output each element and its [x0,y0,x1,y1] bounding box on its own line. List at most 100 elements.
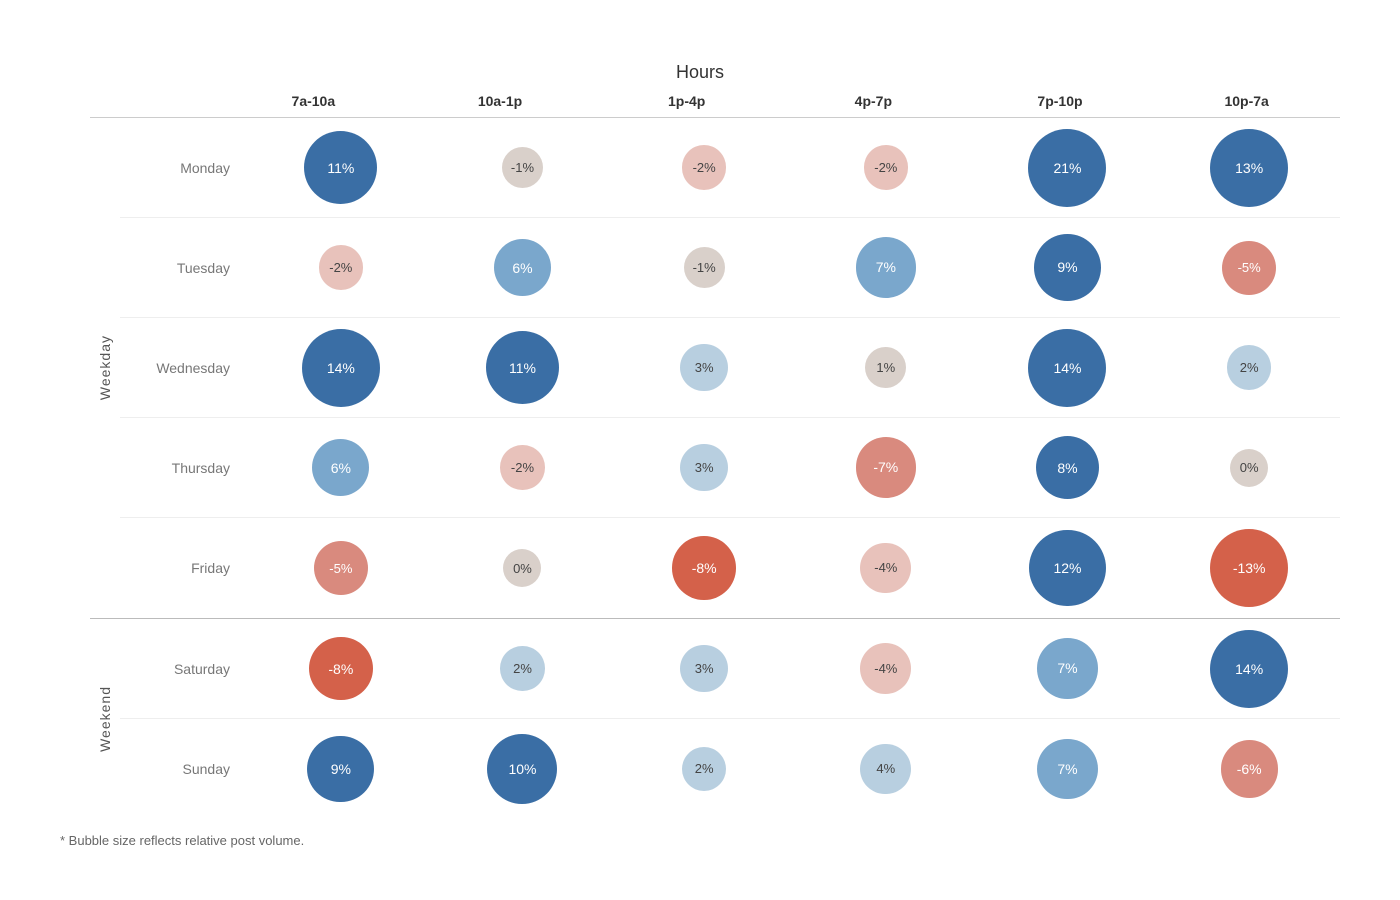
weekend-label-col: Weekend [90,619,120,819]
weekend-rows: Saturday-8%2%3%-4%7%14%Sunday9%10%2%4%7%… [120,619,1340,819]
bubble: 7% [1037,638,1097,698]
bubble-cell: 0% [432,549,614,587]
bubble: 3% [680,344,728,392]
bubble: -4% [860,543,911,594]
bubble: -1% [684,247,725,288]
bubble-cell: 11% [432,331,614,404]
bubble-cell: 14% [977,329,1159,407]
bubble: 13% [1210,129,1288,207]
data-row: Sunday9%10%2%4%7%-6% [120,719,1340,819]
bubble: -1% [502,147,543,188]
weekend-section: Weekend Saturday-8%2%3%-4%7%14%Sunday9%1… [90,619,1340,819]
bubble-cell: 14% [1158,630,1340,708]
data-row: Thursday 6% -2% 3% -7% 8% 0% [120,418,1340,518]
bubble: 3% [680,444,728,492]
bubble: 8% [1036,436,1100,500]
col-header-4: 7p-10p [967,93,1154,109]
bubble-cell: 7% [795,237,977,297]
bubble: -2% [682,145,726,189]
bubble: 14% [302,329,380,407]
data-row: Saturday -8% 2% 3% -4% 7% 14% [120,619,1340,719]
data-row: Friday -5% 0% -8% -4% 12% -13% [120,518,1340,618]
bubble-cell: 4% [795,744,977,795]
bubble: 14% [1028,329,1106,407]
bubble-cell: 21% [977,129,1159,207]
bubble: 3% [680,645,728,693]
weekday-rows: Monday11%-1%-2%-2%21%13%Tuesday-2%6%-1%7… [120,118,1340,618]
bubble: 2% [500,646,544,690]
bubble: 0% [503,549,541,587]
bubble: -7% [856,437,916,497]
weekday-label-col: Weekday [90,118,120,618]
bubble: -6% [1221,740,1278,797]
bubble: -2% [500,445,544,489]
bubble: 4% [860,744,911,795]
bubble: -8% [309,637,373,701]
col-header-1: 10a-1p [407,93,594,109]
bubble-cell: 0% [1158,449,1340,487]
bubble-cell: 3% [613,444,795,492]
bubble: -2% [864,145,908,189]
bubble-cell: 3% [613,344,795,392]
bubble-cell: 14% [250,329,432,407]
bubble-cell: -2% [250,245,432,289]
bubble-cell: 11% [250,131,432,204]
bubble-cell: -5% [1158,241,1340,295]
bubble-cell: -1% [432,147,614,188]
bubble: 9% [1034,234,1101,301]
row-label: Friday [120,560,250,576]
bubble-cell: 9% [250,736,432,803]
header-row: 7a-10a 10a-1p 1p-4p 4p-7p 7p-10p 10p-7a [90,93,1340,118]
bubble-cell: -6% [1158,740,1340,797]
data-row: Tuesday-2%6%-1%7%9%-5% [120,218,1340,318]
bubble-cell: 13% [1158,129,1340,207]
bubble-cell: -8% [250,637,432,701]
bubble: 6% [312,439,369,496]
weekday-section: Weekday Monday11%-1%-2%-2%21%13%Tuesday-… [90,118,1340,619]
bubble-cell: -4% [795,543,977,594]
bubble: 14% [1210,630,1288,708]
chart-title: Hours [60,62,1340,83]
bubble-cell: 3% [613,645,795,693]
bubble: -4% [860,643,911,694]
bubble: 6% [494,239,551,296]
bubble: -8% [672,536,736,600]
bubble: 1% [865,347,906,388]
bubble: -5% [1222,241,1276,295]
col-header-0: 7a-10a [220,93,407,109]
bubble: 2% [682,747,726,791]
bubble: -13% [1210,529,1288,607]
bubble-cell: 9% [977,234,1159,301]
col-header-3: 4p-7p [780,93,967,109]
bubble-cell: 1% [795,347,977,388]
bubble: 9% [307,736,374,803]
bubble-cell: 2% [1158,345,1340,389]
bubble-cell: 7% [977,739,1159,799]
weekday-label: Weekday [97,335,113,400]
bubble-cell: 10% [432,734,614,804]
bubble-cell: 8% [977,436,1159,500]
col-header-5: 10p-7a [1153,93,1340,109]
row-label: Saturday [120,661,250,677]
bubble: -2% [319,245,363,289]
data-row: Monday 11% -1% -2% -2% 21% 13% [120,118,1340,218]
bubble-cell: -5% [250,541,432,595]
row-label: Thursday [120,460,250,476]
chart-container: Hours 7a-10a 10a-1p 1p-4p 4p-7p 7p-10p 1… [40,32,1360,868]
bubble: -5% [314,541,368,595]
bubble: 12% [1029,530,1105,606]
header-empty [90,93,220,109]
bubble-cell: -7% [795,437,977,497]
bubble-cell: -2% [795,145,977,189]
bubble-cell: -8% [613,536,795,600]
bubble-cell: -2% [613,145,795,189]
bubble: 10% [487,734,557,804]
bubble-cell: -1% [613,247,795,288]
bubble-cell: -4% [795,643,977,694]
bubble: 11% [304,131,377,204]
col-header-2: 1p-4p [593,93,780,109]
bubble-cell: 2% [432,646,614,690]
bubble: 7% [1037,739,1097,799]
data-row: Wednesday14%11%3%1%14%2% [120,318,1340,418]
row-label: Monday [120,160,250,176]
